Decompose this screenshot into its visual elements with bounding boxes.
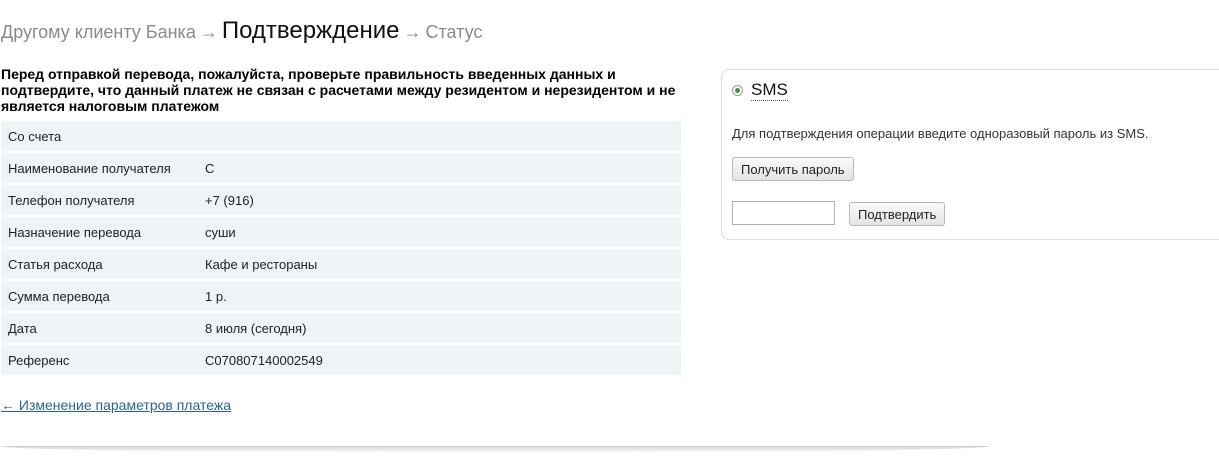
table-row: Наименование получателя С: [1, 153, 681, 183]
row-label-from-account: Со счета: [8, 128, 62, 144]
breadcrumb-arrow-2: →: [403, 22, 422, 42]
radio-selected-dot-icon: [735, 88, 740, 93]
sms-confirmation-panel: SMS Для подтверждения операции введите о…: [721, 69, 1219, 240]
row-label-amount: Сумма перевода: [8, 288, 110, 304]
table-row: Референс C070807140002549: [1, 345, 681, 375]
footer-divider: [0, 446, 990, 453]
table-row: Назначение перевода суши: [1, 217, 681, 247]
breadcrumb-step-confirmation: Подтверждение: [221, 17, 400, 44]
row-value-expense-category: Кафе и рестораны: [205, 256, 318, 272]
row-label-recipient-name: Наименование получателя: [8, 160, 171, 176]
row-label-purpose: Назначение перевода: [8, 224, 142, 240]
breadcrumb: Другому клиенту Банка → Подтверждение → …: [1, 17, 482, 49]
get-password-button[interactable]: Получить пароль: [732, 157, 854, 181]
transfer-details-table: Со счета Наименование получателя С Телеф…: [1, 121, 681, 377]
confirm-button[interactable]: Подтвердить: [849, 202, 946, 226]
breadcrumb-arrow-1: →: [199, 22, 218, 42]
row-value-recipient-phone: +7 (916): [205, 192, 254, 208]
breadcrumb-step-status: Статус: [425, 22, 483, 42]
sms-instruction-text: Для подтверждения операции введите однор…: [732, 126, 1149, 141]
sms-code-input[interactable]: [732, 201, 835, 225]
row-value-date: 8 июля (сегодня): [205, 320, 307, 336]
table-row: Телефон получателя +7 (916): [1, 185, 681, 215]
row-value-amount: 1 р.: [205, 288, 227, 304]
sms-method-option[interactable]: SMS: [732, 80, 788, 101]
row-label-reference: Референс: [8, 352, 70, 368]
row-value-recipient-name: С: [205, 160, 215, 176]
sms-method-title[interactable]: SMS: [751, 80, 788, 101]
row-value-reference: C070807140002549: [205, 352, 323, 368]
table-row: Сумма перевода 1 р.: [1, 281, 681, 311]
row-label-date: Дата: [8, 320, 37, 336]
table-row: Статья расхода Кафе и рестораны: [1, 249, 681, 279]
sms-radio-button[interactable]: [732, 85, 743, 96]
table-row: Дата 8 июля (сегодня): [1, 313, 681, 343]
row-value-purpose: суши: [205, 224, 236, 240]
change-payment-parameters-link[interactable]: ← Изменение параметров платежа: [1, 397, 231, 413]
confirmation-notice: Перед отправкой перевода, пожалуйста, пр…: [1, 66, 676, 114]
breadcrumb-step-recipient: Другому клиенту Банка: [1, 22, 196, 42]
row-label-recipient-phone: Телефон получателя: [8, 192, 135, 208]
table-row: Со счета: [1, 121, 681, 151]
row-label-expense-category: Статья расхода: [8, 256, 103, 272]
